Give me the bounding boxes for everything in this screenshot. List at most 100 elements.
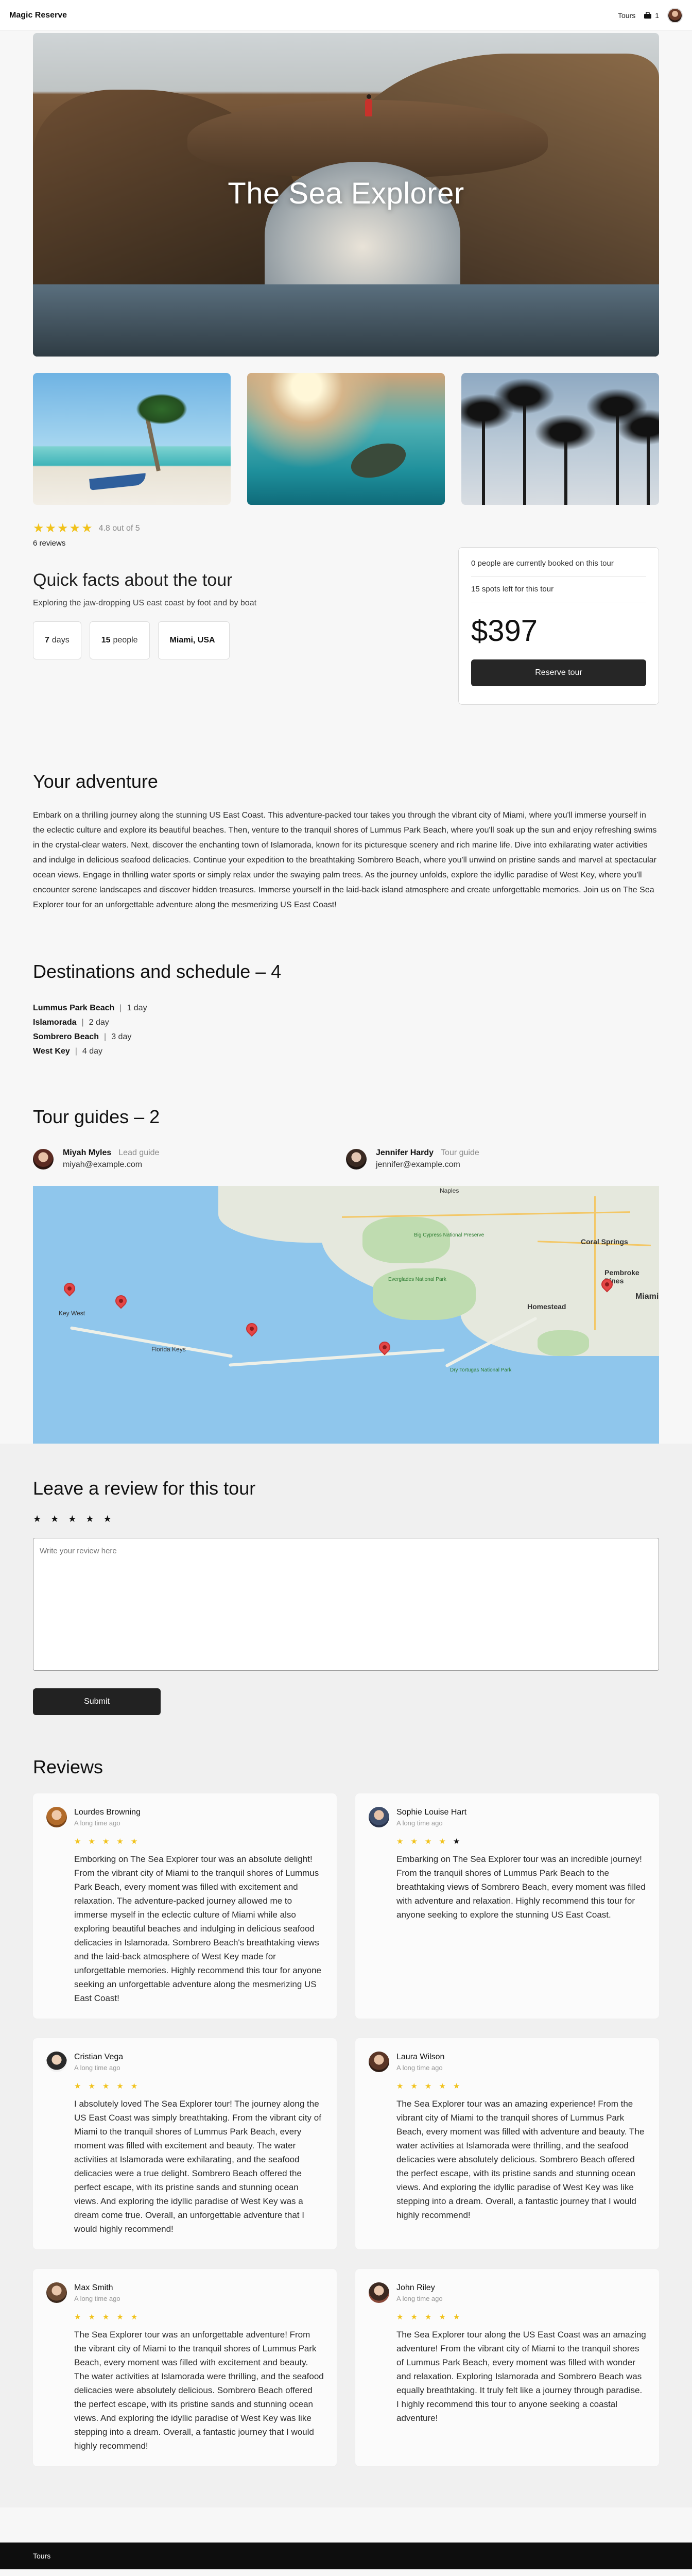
map-label-coral-springs: Coral Springs [581,1238,628,1246]
reviewer-avatar [369,2282,389,2303]
adventure-section: Your adventure Embark on a thrilling jou… [33,771,659,912]
star-icon: ★ [88,2082,95,2091]
review-card: John Riley A long time ago ★ ★ ★ ★ ★ The Sea … [355,2269,659,2466]
star-icon: ★ [424,1837,432,1846]
gallery-image-palm-trees[interactable] [461,373,659,505]
hero-image: The Sea Explorer [33,33,659,357]
rating-summary: ★ ★ ★ ★ ★ 4.8 out of 5 [33,522,424,535]
guide-card: Miyah Myles Lead guide miyah@example.com [33,1148,346,1170]
guide-avatar [346,1148,367,1170]
footer-tours-link[interactable]: Tours [33,2552,50,2560]
map-pin-west-key[interactable] [61,1280,78,1297]
gallery-image-beach-palm[interactable] [33,373,231,505]
review-time: A long time ago [396,1819,443,1827]
submit-review-button[interactable]: Submit [33,1688,161,1715]
guides-list: Miyah Myles Lead guide miyah@example.com … [33,1148,659,1170]
guide-card: Jennifer Hardy Tour guide jennifer@exampl… [346,1148,659,1170]
site-header: Magic Reserve Tours 1 [0,0,692,31]
review-time: A long time ago [396,2294,443,2302]
star-icon: ★ [69,521,81,535]
review-textarea[interactable] [33,1538,659,1671]
review-card: Lourdes Browning A long time ago ★ ★ ★ ★ ★ Em… [33,1793,337,2019]
nav-tours-link[interactable]: Tours [618,11,635,20]
reserve-tour-button[interactable]: Reserve tour [471,659,646,686]
star-icon: ★ [45,521,57,535]
star-icon: ★ [410,2082,418,2091]
star-empty-icon: ★ [453,1837,460,1846]
fact-duration: 7 days [33,621,81,659]
guide-role: Tour guide [441,1148,479,1157]
review-card: Laura Wilson A long time ago ★ ★ ★ ★ ★ The Se… [355,2038,659,2249]
star-icon: ★ [74,1837,81,1846]
star-icon: ★ [81,521,93,535]
reviews-title: Reviews [33,1756,103,1777]
map-pin-sombrero-beach[interactable] [244,1320,260,1337]
review-card: Max Smith A long time ago ★ ★ ★ ★ ★ The Sea E… [33,2269,337,2466]
review-time: A long time ago [74,2294,120,2302]
star-icon: ★ [74,2313,81,2321]
review-form-title: Leave a review for this tour [33,1478,256,1499]
map-label-florida-keys: Florida Keys [151,1346,186,1353]
reviewer-avatar [369,2052,389,2072]
reviewer-avatar [46,1807,67,1827]
schedule-title: Destinations and schedule – 4 [33,961,282,982]
reviewer-avatar [369,1807,389,1827]
guide-role: Lead guide [118,1148,160,1157]
star-icon[interactable]: ★ [68,1514,76,1524]
star-icon: ★ [102,1837,110,1846]
star-icon[interactable]: ★ [33,1514,41,1524]
review-text: The Sea Explorer tour along the US East … [396,2330,646,2423]
tour-page: The Sea Explorer ★ ★ ★ ★ ★ 4.8 out of 5 … [33,33,659,1170]
star-icon: ★ [439,2313,446,2321]
bookings-button[interactable]: 1 [644,11,659,20]
review-time: A long time ago [396,2063,443,2072]
star-icon: ★ [102,2082,110,2091]
review-stars: ★ ★ ★ ★ ★ [396,2081,647,2091]
review-card: Cristian Vega A long time ago ★ ★ ★ ★ ★ I abs… [33,2038,337,2249]
map-label-big-cypress: Big Cypress National Preserve [414,1232,485,1238]
star-icon: ★ [33,521,44,535]
review-time: A long time ago [74,2063,120,2072]
star-icon[interactable]: ★ [85,1514,94,1524]
reviewer-name: John Riley [396,2283,435,2292]
star-icon: ★ [410,1837,418,1846]
star-icon: ★ [453,2313,460,2321]
gallery-image-sea-turtle[interactable] [247,373,445,505]
star-icon: ★ [396,2313,404,2321]
review-stars: ★ ★ ★ ★ ★ [74,2081,324,2091]
fact-group-size: 15 people [89,621,150,659]
site-footer: Tours [0,2543,692,2569]
tour-map[interactable]: Naples Big Cypress National Preserve Cor… [33,1186,659,1444]
review-time: A long time ago [74,1819,120,1827]
briefcase-icon [644,11,652,19]
guide-email[interactable]: jennifer@example.com [376,1160,479,1170]
adventure-title: Your adventure [33,771,158,792]
review-form-section: Leave a review for this tour ★ ★ ★ ★ ★ S… [0,1444,692,2507]
star-icon: ★ [424,2313,432,2321]
map-pin[interactable] [113,1293,129,1309]
booked-count: 0 people are currently booked on this to… [471,559,646,577]
reviews-count[interactable]: 6 reviews [33,539,424,548]
booking-card: 0 people are currently booked on this to… [458,547,659,705]
tour-price: $397 [471,614,538,648]
reviewer-name: Laura Wilson [396,2052,445,2061]
guide-avatar [33,1148,54,1170]
star-icon[interactable]: ★ [103,1514,112,1524]
brand-logo[interactable]: Magic Reserve [9,11,67,20]
user-avatar[interactable] [667,7,683,23]
guide-email[interactable]: miyah@example.com [63,1160,159,1170]
review-text: I absolutely loved The Sea Explorer tour… [74,2099,321,2234]
star-icon: ★ [130,2082,138,2091]
review-star-input: ★ ★ ★ ★ ★ [33,1514,659,1524]
star-icon: ★ [439,2082,446,2091]
map-label-everglades: Everglades National Park [388,1277,446,1282]
star-icon[interactable]: ★ [50,1514,59,1524]
reviews-list: Lourdes Browning A long time ago ★ ★ ★ ★ ★ Em… [33,1793,659,2466]
guide-name: Miyah Myles [63,1148,112,1157]
schedule-item: Lummus Park Beach | 1 day [33,1004,147,1012]
fact-location: Miami, USA [158,621,230,659]
star-icon: ★ [116,1837,124,1846]
star-icon: ★ [130,2313,138,2321]
quick-facts-list: 7 days 15 people Miami, USA [33,621,424,659]
star-icon: ★ [453,2082,460,2091]
